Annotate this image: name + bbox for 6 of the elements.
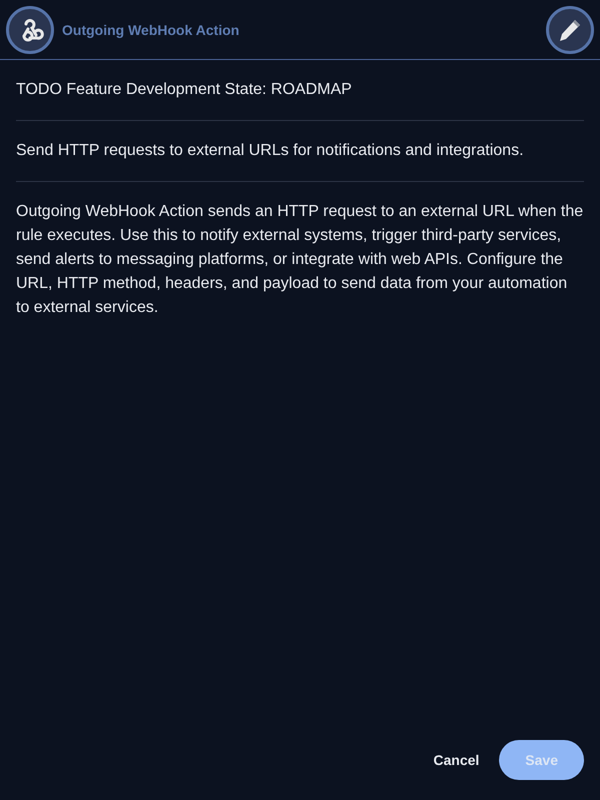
cancel-button[interactable]: Cancel [433,740,480,780]
window-title: Outgoing WebHook Action [62,22,240,38]
edit-button[interactable] [546,6,594,54]
description-text: Outgoing WebHook Action sends an HTTP request to an external URL when the rule executes. Use this to notify external systems, trigger third-party services, send alerts to messaging platforms, or integrate with web APIs. Configure the URL, HTTP method, headers, and payload to send data from your automation to external services. [16,202,584,318]
description-text: Send HTTP requests to external URLs for notifications and integrations. [16,141,525,161]
description-text: TODO Feature Development State: ROADMAP [16,80,353,100]
